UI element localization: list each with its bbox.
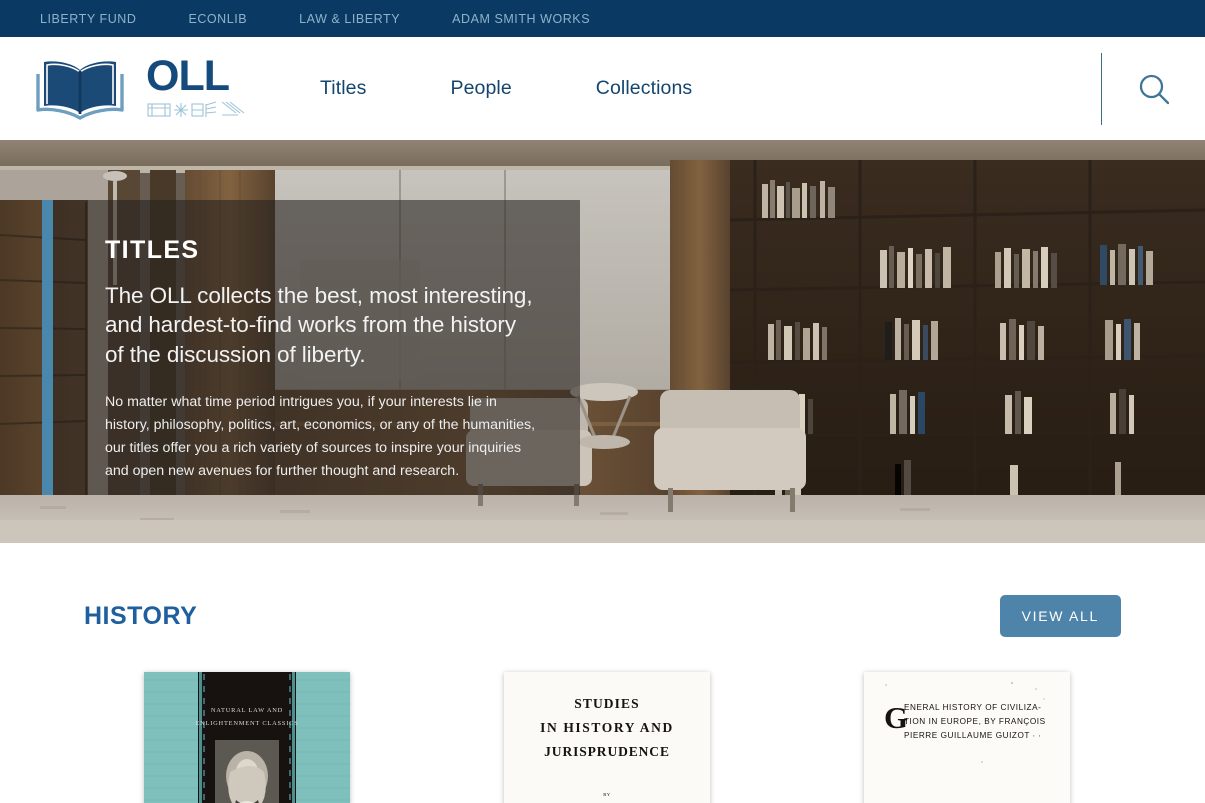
book2-title-line2: IN HISTORY AND: [540, 720, 674, 735]
utility-navbar: LIBERTY FUND ECONLIB LAW & LIBERTY ADAM …: [0, 0, 1205, 37]
header-actions: [1100, 37, 1205, 140]
book-cover-general-history-civilization: G ENERAL HISTORY OF CIVILIZA- TION IN EU…: [864, 672, 1070, 803]
utility-link-econlib[interactable]: ECONLIB: [188, 12, 247, 26]
book2-title-line3: JURISPRUDENCE: [544, 744, 670, 759]
book1-series-line2: ENLIGHTENMENT CLASSICS: [195, 720, 298, 727]
book2-by-label: BY: [603, 792, 611, 797]
nav-link-titles[interactable]: Titles: [320, 77, 366, 100]
book-card-list: NATURAL LAW AND ENLIGHTENMENT CLASSICS S…: [84, 672, 1121, 803]
book3-title-line2: TION IN EUROPE, BY FRANÇOIS: [904, 717, 1046, 726]
book3-title-line1: ENERAL HISTORY OF CIVILIZA-: [904, 703, 1041, 712]
nav-link-collections[interactable]: Collections: [596, 77, 692, 100]
book-cover-natural-law: NATURAL LAW AND ENLIGHTENMENT CLASSICS: [144, 672, 350, 803]
hero-text-overlay: TITLES The OLL collects the best, most i…: [42, 200, 580, 495]
utility-link-adam-smith-works[interactable]: ADAM SMITH WORKS: [452, 12, 590, 26]
book1-series-line1: NATURAL LAW AND: [211, 707, 283, 714]
utility-link-liberty-fund[interactable]: LIBERTY FUND: [40, 12, 136, 26]
search-button[interactable]: [1102, 37, 1205, 140]
book-cover-studies-in-history: STUDIES IN HISTORY AND JURISPRUDENCE BY …: [504, 672, 710, 803]
section-header: HISTORY VIEW ALL: [84, 581, 1121, 651]
view-all-button[interactable]: VIEW ALL: [999, 595, 1121, 637]
book-card[interactable]: G ENERAL HISTORY OF CIVILIZA- TION IN EU…: [864, 672, 1070, 803]
search-icon: [1139, 74, 1169, 104]
book2-title-line1: STUDIES: [574, 696, 639, 711]
logo-wordmark: OLL: [146, 51, 230, 100]
hero-kicker: TITLES: [105, 236, 200, 264]
primary-navigation: Titles People Collections: [320, 77, 692, 100]
cuneiform-glyphs-icon: [147, 101, 245, 118]
history-section: HISTORY VIEW ALL NATURAL LAW AND ENLIGHT…: [0, 581, 1205, 803]
section-title: HISTORY: [84, 601, 198, 630]
site-header: OLL Titles People Collections: [0, 37, 1205, 140]
hero-banner: TITLES The OLL collects the best, most i…: [0, 140, 1205, 543]
book3-title-line3: PIERRE GUILLAUME GUIZOT ∙ ∙: [904, 731, 1041, 740]
book-card[interactable]: STUDIES IN HISTORY AND JURISPRUDENCE BY …: [504, 672, 710, 803]
hero-accent-bar: [42, 200, 53, 495]
nav-link-people[interactable]: People: [450, 77, 511, 100]
site-logo[interactable]: OLL: [34, 49, 245, 128]
hero-lead-text: The OLL collects the best, most interest…: [105, 283, 533, 367]
hero-body-text: No matter what time period intrigues you…: [105, 394, 536, 480]
utility-link-law-and-liberty[interactable]: LAW & LIBERTY: [299, 12, 400, 26]
book-card[interactable]: NATURAL LAW AND ENLIGHTENMENT CLASSICS: [144, 672, 350, 803]
open-book-icon: [36, 60, 124, 120]
